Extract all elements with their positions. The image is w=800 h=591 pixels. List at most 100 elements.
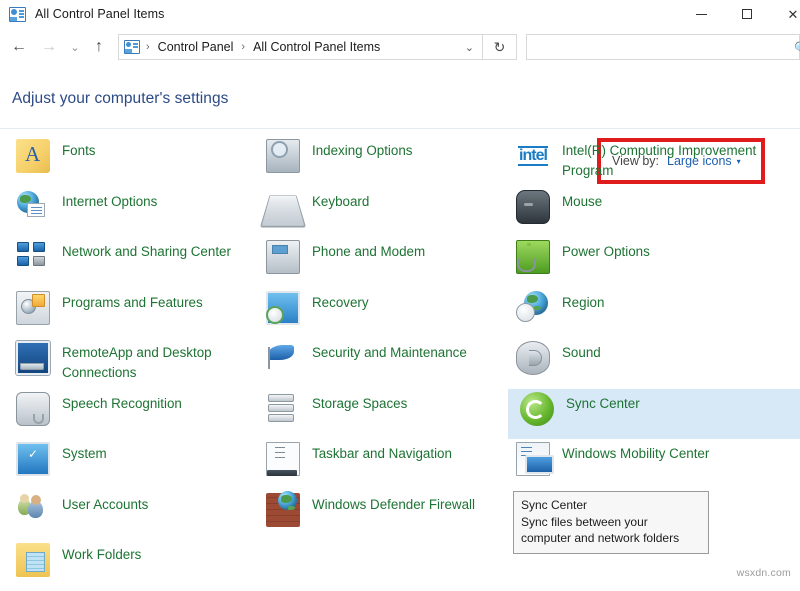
- item-label: Windows Defender Firewall: [312, 495, 475, 515]
- item-label: Recovery: [312, 293, 369, 313]
- tooltip-description: Sync files between your computer and net…: [521, 514, 701, 547]
- items-column-3: intel Intel(R) Computing Improvement Pro…: [508, 136, 800, 490]
- forward-button[interactable]: →: [34, 32, 64, 62]
- items-column-1: Fonts Internet Options Network and Shari…: [8, 136, 256, 591]
- item-region[interactable]: Region: [508, 288, 800, 339]
- address-bar[interactable]: › Control Panel › All Control Panel Item…: [118, 34, 483, 60]
- mouse-icon: [516, 190, 550, 224]
- item-speech-recognition[interactable]: Speech Recognition: [8, 389, 256, 440]
- item-sync-center[interactable]: Sync Center: [508, 389, 800, 440]
- breadcrumb-separator-2: ›: [235, 41, 251, 53]
- item-label: System: [62, 444, 107, 464]
- close-button[interactable]: ✕: [770, 0, 800, 28]
- item-taskbar-and-navigation[interactable]: Taskbar and Navigation: [258, 439, 506, 490]
- user-accounts-icon: [16, 493, 50, 527]
- item-label: Network and Sharing Center: [62, 242, 231, 262]
- control-panel-icon: [9, 7, 26, 22]
- windows-defender-firewall-icon: [266, 493, 300, 527]
- item-mouse[interactable]: Mouse: [508, 187, 800, 238]
- item-windows-mobility-center[interactable]: Windows Mobility Center: [508, 439, 800, 490]
- item-label: Taskbar and Navigation: [312, 444, 452, 464]
- item-label: Programs and Features: [62, 293, 203, 313]
- intel-icon: intel: [516, 139, 550, 173]
- item-label: Windows Mobility Center: [562, 444, 709, 464]
- tooltip-sync-center: Sync Center Sync files between your comp…: [513, 491, 709, 554]
- maximize-button[interactable]: [724, 0, 770, 28]
- items-column-2: Indexing Options Keyboard Phone and Mode…: [258, 136, 506, 540]
- item-label: Region: [562, 293, 604, 313]
- storage-spaces-icon: [266, 392, 300, 426]
- search-icon: 🔍: [794, 41, 800, 55]
- item-label: Intel(R) Computing Improvement Program: [562, 141, 777, 181]
- system-icon: [16, 442, 50, 476]
- recent-locations-button[interactable]: ⌄: [64, 32, 86, 62]
- item-programs-and-features[interactable]: Programs and Features: [8, 288, 256, 339]
- keyboard-icon: [260, 195, 306, 227]
- item-recovery[interactable]: Recovery: [258, 288, 506, 339]
- up-button[interactable]: ↑: [86, 32, 112, 62]
- item-label: User Accounts: [62, 495, 148, 515]
- item-network-and-sharing-center[interactable]: Network and Sharing Center: [8, 237, 256, 288]
- item-label: Power Options: [562, 242, 650, 262]
- item-label: Speech Recognition: [62, 394, 182, 414]
- item-label: RemoteApp and Desktop Connections: [62, 343, 247, 383]
- item-intel-computing-improvement-program[interactable]: intel Intel(R) Computing Improvement Pro…: [508, 136, 800, 187]
- power-options-icon: [516, 240, 550, 274]
- item-keyboard[interactable]: Keyboard: [258, 187, 506, 238]
- address-dropdown-icon[interactable]: ⌄: [465, 35, 474, 59]
- internet-options-icon: [16, 190, 50, 224]
- navigation-toolbar: ← → ⌄ ↑ › Control Panel › All Control Pa…: [0, 28, 800, 66]
- close-icon: ✕: [788, 8, 799, 21]
- item-label: Fonts: [62, 141, 96, 161]
- item-label: Phone and Modem: [312, 242, 425, 262]
- taskbar-navigation-icon: [266, 442, 300, 476]
- indexing-options-icon: [266, 139, 300, 173]
- refresh-button[interactable]: ↻: [483, 34, 517, 60]
- item-user-accounts[interactable]: User Accounts: [8, 490, 256, 541]
- control-panel-content: Adjust your computer's settings View by:…: [0, 66, 800, 584]
- item-label: Storage Spaces: [312, 394, 407, 414]
- item-work-folders[interactable]: Work Folders: [8, 540, 256, 591]
- item-label: Internet Options: [62, 192, 157, 212]
- programs-features-icon: [16, 291, 50, 325]
- item-label: Security and Maintenance: [312, 343, 467, 363]
- window-titlebar: All Control Panel Items ✕: [0, 0, 800, 28]
- item-storage-spaces[interactable]: Storage Spaces: [258, 389, 506, 440]
- item-sound[interactable]: Sound: [508, 338, 800, 389]
- header-divider: [0, 128, 800, 129]
- address-control-panel-icon: [124, 40, 140, 54]
- windows-mobility-center-icon: [516, 442, 550, 476]
- item-phone-and-modem[interactable]: Phone and Modem: [258, 237, 506, 288]
- sound-icon: [516, 341, 550, 375]
- item-label: Mouse: [562, 192, 602, 212]
- item-fonts[interactable]: Fonts: [8, 136, 256, 187]
- region-icon: [516, 291, 550, 325]
- remoteapp-desktop-icon: [16, 341, 50, 375]
- breadcrumb-control-panel[interactable]: Control Panel: [156, 40, 236, 54]
- item-security-and-maintenance[interactable]: Security and Maintenance: [258, 338, 506, 389]
- recovery-icon: [266, 291, 300, 325]
- item-power-options[interactable]: Power Options: [508, 237, 800, 288]
- network-sharing-center-icon: [16, 240, 50, 274]
- page-title: Adjust your computer's settings: [12, 90, 228, 108]
- tooltip-title: Sync Center: [521, 497, 701, 514]
- item-label: Sound: [562, 343, 601, 363]
- back-button[interactable]: ←: [4, 32, 34, 62]
- speech-recognition-icon: [16, 392, 50, 426]
- item-windows-defender-firewall[interactable]: Windows Defender Firewall: [258, 490, 506, 541]
- work-folders-icon: [16, 543, 50, 577]
- sync-center-icon: [520, 392, 554, 426]
- breadcrumb-all-control-panel-items[interactable]: All Control Panel Items: [251, 40, 382, 54]
- item-remoteapp-and-desktop-connections[interactable]: RemoteApp and Desktop Connections: [8, 338, 256, 389]
- window-controls: ✕: [678, 0, 800, 28]
- item-internet-options[interactable]: Internet Options: [8, 187, 256, 238]
- item-system[interactable]: System: [8, 439, 256, 490]
- item-label: Work Folders: [62, 545, 141, 565]
- security-maintenance-icon: [266, 341, 300, 375]
- item-label: Keyboard: [312, 192, 369, 212]
- item-indexing-options[interactable]: Indexing Options: [258, 136, 506, 187]
- item-label: Indexing Options: [312, 141, 413, 161]
- search-input[interactable]: 🔍: [526, 34, 800, 60]
- fonts-icon: [16, 139, 50, 173]
- minimize-button[interactable]: [678, 0, 724, 28]
